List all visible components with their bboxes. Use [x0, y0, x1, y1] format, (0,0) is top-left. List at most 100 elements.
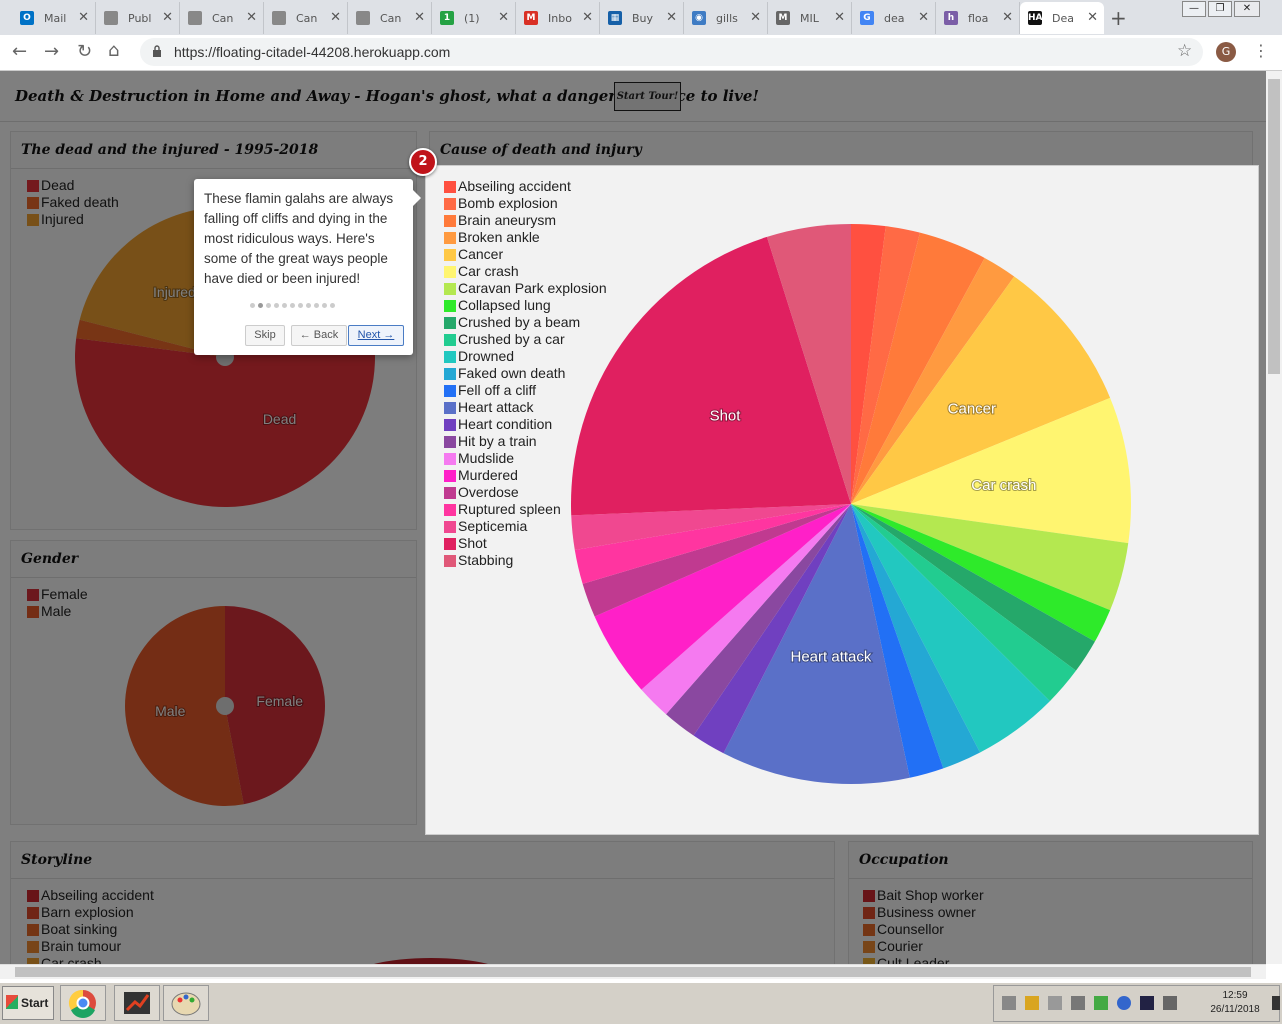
monitor-icon[interactable] — [1140, 996, 1154, 1010]
gmail-icon: M — [524, 11, 538, 25]
tab-label: Buy — [632, 11, 654, 25]
app-icon: ▦ — [608, 11, 622, 25]
tab-label: gills — [716, 11, 738, 25]
tab-8[interactable]: ◉ gills ✕ — [684, 2, 768, 34]
close-tab-icon[interactable]: ✕ — [1087, 10, 1098, 25]
eye-icon: ◉ — [692, 11, 706, 25]
close-tab-icon[interactable]: ✕ — [162, 10, 173, 25]
forward-icon[interactable]: → — [44, 41, 59, 62]
close-tab-icon[interactable]: ✕ — [78, 10, 89, 25]
chart-app-taskbar-icon[interactable] — [114, 985, 160, 1021]
tab-7[interactable]: ▦ Buy ✕ — [600, 2, 684, 34]
close-tab-icon[interactable]: ✕ — [498, 10, 509, 25]
tour-dot[interactable] — [322, 303, 327, 308]
tab-4[interactable]: Can ✕ — [348, 2, 432, 34]
tab-11[interactable]: h floa ✕ — [936, 2, 1020, 34]
close-tab-icon[interactable]: ✕ — [666, 10, 677, 25]
tab-12[interactable]: HA Dea ✕ — [1020, 2, 1104, 34]
back-icon[interactable]: ← — [12, 41, 27, 62]
minimize-button[interactable]: — — [1182, 1, 1206, 17]
volume-icon[interactable] — [1163, 996, 1177, 1010]
tab-label: Publ — [128, 11, 152, 25]
cause-pie: Cancer Car crash Heart attack Shot — [571, 224, 1131, 784]
vertical-scrollbar[interactable] — [1266, 71, 1282, 964]
pie-label: Heart attack — [791, 649, 872, 666]
network-icon[interactable] — [1002, 996, 1016, 1010]
tab-5[interactable]: 1 (1) ✕ — [432, 2, 516, 34]
pie-label: Car crash — [971, 477, 1036, 494]
scrollbar-thumb[interactable] — [1268, 79, 1280, 374]
chrome-taskbar-icon[interactable] — [60, 985, 106, 1021]
document-icon — [188, 11, 202, 25]
new-tab-button[interactable]: + — [1110, 6, 1127, 30]
tour-dot[interactable] — [274, 303, 279, 308]
tour-step-badge: 2 — [409, 148, 437, 176]
tool-icon[interactable] — [1071, 996, 1085, 1010]
tour-dot[interactable] — [314, 303, 319, 308]
tour-dot[interactable] — [258, 303, 263, 308]
close-tab-icon[interactable]: ✕ — [414, 10, 425, 25]
tab-10[interactable]: Gdea ✕ — [852, 2, 936, 34]
lock-icon — [153, 45, 161, 57]
tooltip-arrow — [413, 190, 421, 206]
tab-9[interactable]: M MIL ✕ — [768, 2, 852, 34]
close-window-button[interactable]: ✕ — [1234, 1, 1260, 17]
clock-date: 26/11/2018 — [1210, 1004, 1260, 1015]
pie-label: Cancer — [948, 401, 996, 418]
close-tab-icon[interactable]: ✕ — [834, 10, 845, 25]
tour-dot[interactable] — [290, 303, 295, 308]
bookmark-star-icon[interactable]: ☆ — [1177, 41, 1192, 61]
tour-dot[interactable] — [306, 303, 311, 308]
maximize-button[interactable]: ❐ — [1208, 1, 1232, 17]
tour-dot[interactable] — [298, 303, 303, 308]
mp-icon: M — [776, 11, 790, 25]
heroku-icon: h — [944, 11, 958, 25]
google-icon: G — [860, 11, 874, 25]
tour-tooltip: These flamin galahs are always falling o… — [194, 179, 413, 355]
tour-next-button[interactable]: Next → — [348, 325, 404, 346]
close-tab-icon[interactable]: ✕ — [750, 10, 761, 25]
tab-label: floa — [968, 11, 989, 25]
horizontal-scrollbar[interactable] — [0, 964, 1266, 979]
update-icon[interactable] — [1117, 996, 1131, 1010]
tab-label: dea — [884, 11, 905, 25]
close-tab-icon[interactable]: ✕ — [918, 10, 929, 25]
paint-taskbar-icon[interactable] — [163, 985, 209, 1021]
url-text[interactable]: https://floating-citadel-44208.herokuapp… — [174, 44, 450, 60]
tab-6[interactable]: M Inbo ✕ — [516, 2, 600, 34]
tab-1[interactable]: Publ ✕ — [96, 2, 180, 34]
show-desktop-icon[interactable] — [1272, 996, 1280, 1010]
document-icon — [104, 11, 118, 25]
tab-2[interactable]: Can ✕ — [180, 2, 264, 34]
close-tab-icon[interactable]: ✕ — [582, 10, 593, 25]
tab-label: Dea — [1052, 11, 1074, 25]
close-tab-icon[interactable]: ✕ — [1002, 10, 1013, 25]
tour-dot[interactable] — [330, 303, 335, 308]
ha-icon: HA — [1028, 11, 1043, 25]
menu-kebab-icon[interactable]: ⋮ — [1253, 41, 1269, 60]
tab-label: Inbo — [548, 11, 572, 25]
tour-dot[interactable] — [282, 303, 287, 308]
document-icon — [272, 11, 286, 25]
close-tab-icon[interactable]: ✕ — [330, 10, 341, 25]
home-icon[interactable]: ⌂ — [108, 40, 119, 61]
tour-dot[interactable] — [250, 303, 255, 308]
tab-label: Can — [296, 11, 318, 25]
tour-back-button[interactable]: ← Back — [291, 325, 347, 346]
check-icon[interactable] — [1094, 996, 1108, 1010]
speaker-icon[interactable] — [1048, 996, 1062, 1010]
close-tab-icon[interactable]: ✕ — [246, 10, 257, 25]
scrollbar-thumb[interactable] — [15, 967, 1251, 977]
tab-label: Mail — [44, 11, 67, 25]
outlook-icon: O — [20, 11, 34, 25]
whatsapp-icon: 1 — [440, 11, 454, 25]
tour-skip-button[interactable]: Skip — [245, 325, 285, 346]
avatar[interactable]: G — [1216, 42, 1236, 62]
reload-icon[interactable]: ↻ — [77, 41, 92, 62]
shield-icon[interactable] — [1025, 996, 1039, 1010]
tab-3[interactable]: Can ✕ — [264, 2, 348, 34]
clock: 12:59 26/11/2018 — [1200, 989, 1270, 1017]
tour-progress-dots — [250, 303, 335, 308]
tab-0[interactable]: O Mail ✕ — [12, 2, 96, 34]
tour-dot[interactable] — [266, 303, 271, 308]
